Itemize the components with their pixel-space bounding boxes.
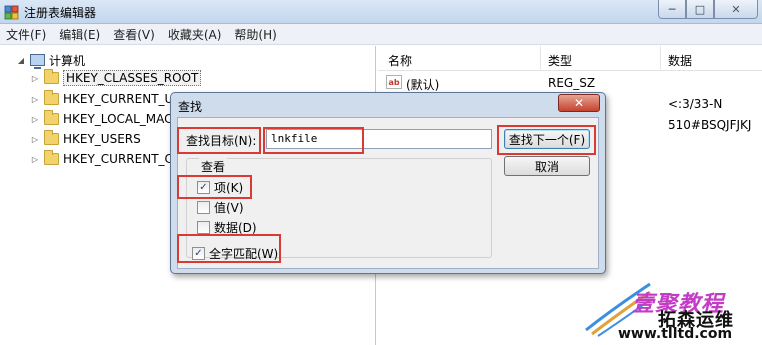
look-at-title: 查看 [199, 158, 228, 175]
expand-icon[interactable]: ▷ [30, 94, 40, 104]
tree-label: HKEY_CURRENT_C [63, 152, 173, 166]
checkbox-icon[interactable] [197, 220, 210, 234]
find-target-input[interactable]: lnkfile [266, 129, 492, 149]
tree-label: HKEY_CLASSES_ROOT [63, 70, 202, 86]
tree-label: HKEY_LOCAL_MAC [63, 112, 173, 126]
menu-favorites[interactable]: 收藏夹(A) [168, 26, 222, 43]
option-label: 值(V) [214, 200, 244, 215]
find-dialog: 查找 ✕ 查找目标(N): lnkfile 查找下一个(F) 取消 查看 ✓ 项… [170, 92, 606, 274]
value-data: <:3/33-N [668, 97, 723, 111]
regedit-icon [4, 5, 19, 20]
option-label: 项(K) [214, 180, 244, 195]
maximize-button[interactable]: □ [686, 0, 714, 19]
look-at-group: 查看 ✓ 项(K) 值(V) 数据(D) [186, 158, 492, 258]
maximize-icon: □ [694, 2, 706, 16]
list-header: 名称 类型 数据 [378, 46, 762, 71]
watermark: 壹聚教程 拓森运维 www.tlltd.com [584, 272, 762, 345]
column-header-data[interactable]: 数据 [668, 52, 692, 69]
option-label: 数据(D) [214, 220, 257, 235]
folder-icon [44, 130, 59, 145]
computer-icon [30, 54, 45, 69]
column-header-type[interactable]: 类型 [548, 52, 572, 69]
option-match-whole[interactable]: ✓ 全字匹配(W) [192, 245, 278, 261]
find-target-label: 查找目标(N): [186, 134, 257, 148]
expand-icon[interactable]: ▷ [30, 73, 40, 83]
string-value-icon: ab [386, 75, 402, 89]
expand-icon[interactable]: ▷ [30, 114, 40, 124]
minimize-icon: ─ [668, 2, 676, 16]
find-next-button[interactable]: 查找下一个(F) [504, 129, 590, 149]
menu-help[interactable]: 帮助(H) [234, 26, 276, 43]
tree-item-hkcu[interactable]: ▷ HKEY_CURRENT_U [30, 89, 173, 109]
tree-item-hklm[interactable]: ▷ HKEY_LOCAL_MAC [30, 109, 173, 129]
minimize-button[interactable]: ─ [658, 0, 686, 19]
value-data: 510#BSQJFJKJ [668, 118, 752, 132]
menu-edit[interactable]: 编辑(E) [59, 26, 100, 43]
tree-label: HKEY_USERS [63, 132, 141, 146]
dialog-title: 查找 [178, 100, 203, 114]
watermark-line3: www.tlltd.com [618, 326, 733, 342]
collapse-icon[interactable]: ◢ [16, 55, 26, 65]
dialog-body: 查找目标(N): lnkfile 查找下一个(F) 取消 查看 ✓ 项(K) 值… [177, 117, 599, 269]
window-title: 注册表编辑器 [24, 6, 97, 20]
tree-label: HKEY_CURRENT_U [63, 92, 174, 106]
close-icon: ✕ [573, 96, 585, 110]
option-values[interactable]: 值(V) [197, 199, 244, 215]
column-header-name[interactable]: 名称 [388, 52, 412, 69]
option-keys[interactable]: ✓ 项(K) [197, 179, 243, 195]
checkbox-checked-icon[interactable]: ✓ [197, 180, 210, 194]
list-row[interactable]: ab (默认) REG_SZ [378, 73, 762, 93]
expand-icon[interactable]: ▷ [30, 134, 40, 144]
title-bar: 注册表编辑器 ─ □ ✕ [0, 0, 762, 24]
option-data[interactable]: 数据(D) [197, 219, 257, 235]
close-icon: ✕ [731, 2, 741, 16]
column-divider[interactable] [540, 46, 541, 71]
tree-item-hku[interactable]: ▷ HKEY_USERS [30, 129, 141, 149]
window-controls: ─ □ ✕ [658, 0, 758, 20]
value-type: REG_SZ [548, 76, 596, 90]
folder-icon [44, 110, 59, 125]
tree-item-hkcc[interactable]: ▷ HKEY_CURRENT_C [30, 149, 173, 169]
checkbox-icon[interactable] [197, 200, 210, 214]
registry-editor-window: 注册表编辑器 ─ □ ✕ 文件(F) 编辑(E) 查看(V) 收藏夹(A) 帮助… [0, 0, 762, 345]
expand-icon[interactable]: ▷ [30, 154, 40, 164]
folder-icon [44, 69, 59, 84]
cancel-button[interactable]: 取消 [504, 156, 590, 176]
tree-item-hkcr[interactable]: ▷ HKEY_CLASSES_ROOT [30, 68, 202, 88]
menu-view[interactable]: 查看(V) [113, 26, 155, 43]
tree-item-computer[interactable]: ◢ 计算机 [16, 50, 85, 70]
value-name: (默认) [406, 78, 440, 92]
close-button[interactable]: ✕ [714, 0, 758, 19]
column-divider[interactable] [660, 46, 661, 71]
checkbox-checked-icon[interactable]: ✓ [192, 246, 205, 260]
option-label: 全字匹配(W) [209, 246, 279, 261]
menu-file[interactable]: 文件(F) [6, 26, 46, 43]
folder-icon [44, 150, 59, 165]
dialog-close-button[interactable]: ✕ [558, 94, 600, 112]
folder-icon [44, 90, 59, 105]
menu-bar: 文件(F) 编辑(E) 查看(V) 收藏夹(A) 帮助(H) [0, 24, 762, 45]
tree-label: 计算机 [49, 53, 86, 68]
